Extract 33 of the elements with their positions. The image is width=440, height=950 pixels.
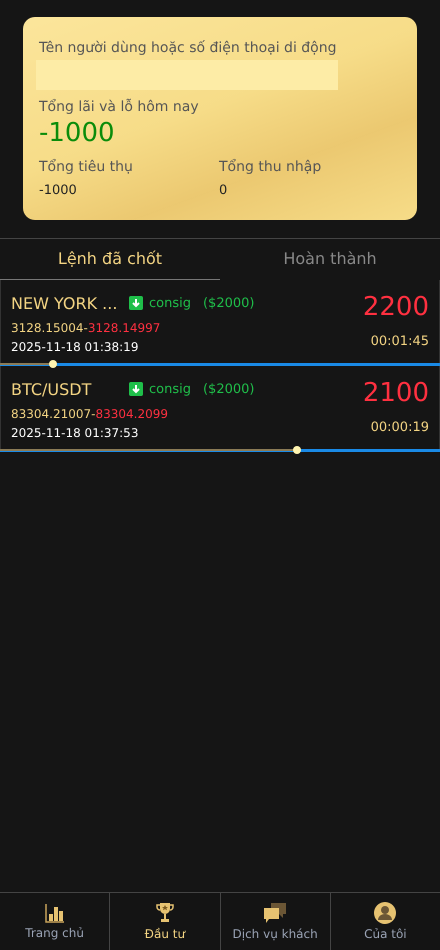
spent-value: -1000 (39, 182, 78, 200)
result-value: 2100 (362, 377, 429, 410)
order-type: consig (149, 296, 191, 310)
countdown: 00:00:19 (370, 420, 429, 435)
tab[interactable]: Lệnh đã chốt (0, 239, 220, 280)
nav-item[interactable]: Trang chủ (25, 926, 84, 940)
down-arrow-icon (129, 296, 143, 310)
income-label: Tổng thu nhập (219, 158, 322, 177)
tab[interactable]: Hoàn thành (220, 239, 440, 280)
order-amount: ($2000) (202, 382, 254, 396)
nav-item[interactable]: Đầu tư (144, 927, 186, 941)
down-arrow-icon (129, 382, 143, 396)
price-range: 3128.15004-3128.14997 (11, 320, 162, 337)
result-value: 2200 (362, 291, 429, 324)
pnl-value: -1000 (39, 118, 116, 148)
order-time: 2025-11-18 01:38:19 (11, 339, 140, 356)
chat-bubbles-icon (263, 902, 288, 924)
countdown: 00:01:45 (370, 334, 429, 349)
user-label: Tên người dùng hoặc số điện thoại di động (39, 39, 338, 58)
price-range: 83304.21007-83304.2099 (11, 406, 170, 423)
income-value: 0 (219, 182, 228, 200)
nav-item[interactable]: Của tôi (364, 927, 407, 941)
nav-item[interactable]: Dịch vụ khách (232, 927, 318, 941)
trophy-icon (154, 902, 175, 924)
bar-chart-icon (44, 903, 65, 923)
order-amount: ($2000) (202, 296, 254, 310)
order-type: consig (149, 382, 191, 396)
order-time: 2025-11-18 01:37:53 (11, 425, 140, 442)
user-avatar-icon (374, 902, 396, 924)
spent-label: Tổng tiêu thụ (39, 158, 134, 177)
pnl-label: Tổng lãi và lỗ hôm nay (39, 98, 200, 117)
symbol: BTC/USDT (11, 380, 92, 398)
symbol: NEW YORK ... (11, 294, 118, 312)
